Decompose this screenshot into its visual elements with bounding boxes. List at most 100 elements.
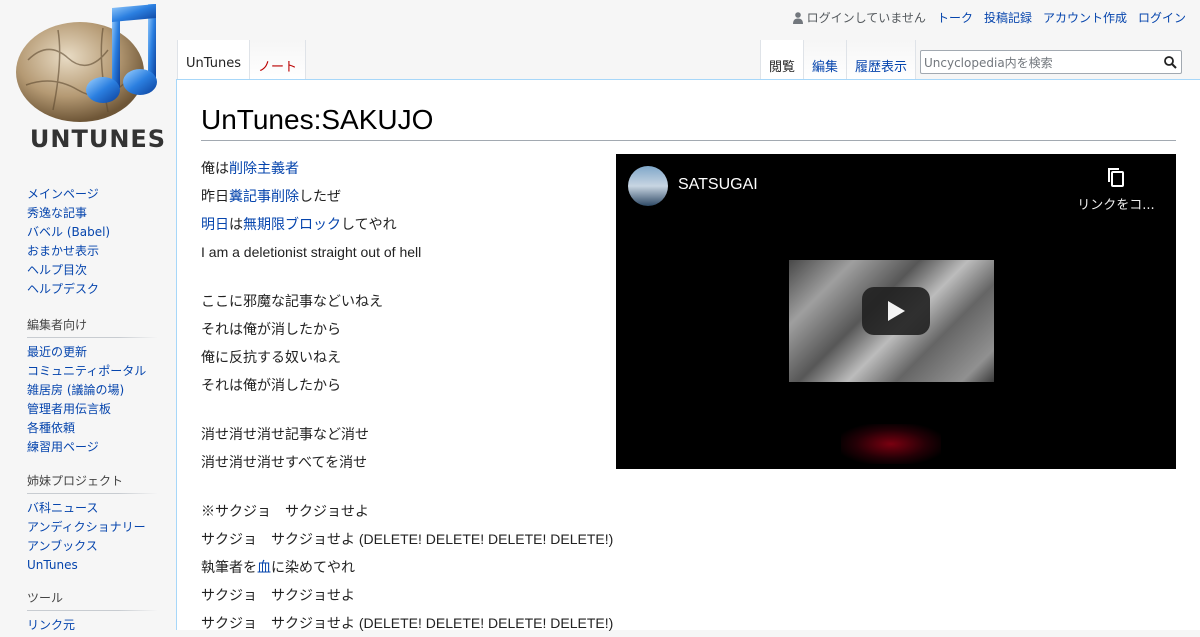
video-embed[interactable]: SATSUGAI リンクをコ...: [616, 154, 1176, 469]
play-button[interactable]: [862, 287, 930, 335]
copy-icon: [1108, 168, 1124, 187]
editors-heading: 編集者向け: [27, 316, 157, 338]
lyric-line: 俺に反抗する奴いねえ: [201, 343, 621, 371]
talk-link[interactable]: トーク: [937, 9, 973, 26]
lyric-text: それは俺が消したから: [201, 377, 341, 393]
view-tabs: 閲覧 編集 履歴表示: [760, 40, 917, 80]
sidebar-item: 雑居房 (議論の場): [27, 381, 157, 400]
lyric-line: ※サクジョ サクジョせよ: [201, 497, 621, 525]
navigation-list: メインページ 秀逸な記事バベル (Babel) おまかせ表示 ヘルプ目次ヘルプデスク: [27, 185, 157, 299]
sidebar-item: 管理者用伝言板: [27, 400, 157, 419]
lyric-text: サクジョ サクジョせよ (DELETE! DELETE! DELETE! DEL…: [201, 615, 614, 631]
lyric-line: サクジョ サクジョせよ: [201, 581, 621, 609]
lyric-text: 消せ消せ消せ記事など消せ: [201, 426, 369, 442]
search-button[interactable]: [1159, 51, 1181, 73]
sister-list: バ科ニュースアンディクショナリー アンブックス UnTunes: [27, 499, 157, 575]
sidebar-link[interactable]: 最近の更新: [27, 345, 87, 359]
tab-page[interactable]: UnTunes: [177, 40, 250, 80]
sidebar-link[interactable]: ヘルプ目次: [27, 263, 87, 277]
stanza-gap: [201, 266, 621, 287]
sidebar-link[interactable]: アンディクショナリー: [27, 520, 146, 534]
lyric-link[interactable]: 無期限ブロック: [243, 216, 341, 232]
copy-link-label: リンクをコ...: [1077, 198, 1155, 213]
sidebar-item: アンブックス: [27, 537, 157, 556]
sidebar-link[interactable]: おまかせ表示: [27, 244, 99, 258]
lyric-line: サクジョ サクジョせよ (DELETE! DELETE! DELETE! DEL…: [201, 609, 621, 637]
copy-link-button[interactable]: リンクをコ...: [1076, 166, 1156, 213]
lyric-text: サクジョ サクジョせよ: [201, 587, 355, 603]
sidebar-item: 秀逸な記事: [27, 204, 157, 223]
search-input[interactable]: Uncyclopedia内を検索: [921, 54, 1159, 71]
not-logged-in-label: ログインしていません: [806, 11, 926, 25]
create-account-link[interactable]: アカウント作成: [1043, 9, 1127, 26]
sidebar-link[interactable]: ヘルプデスク: [27, 282, 99, 296]
lyric-line: 消せ消せ消せすべてを消せ: [201, 448, 621, 476]
personal-tools: ログインしていません トーク 投稿記録 アカウント作成 ログイン: [792, 9, 1186, 26]
tab-talk[interactable]: ノート: [249, 40, 306, 80]
sidebar-tools: ツール リンク元: [27, 589, 157, 635]
tools-heading: ツール: [27, 589, 157, 611]
tab-edit[interactable]: 編集: [804, 40, 848, 80]
sidebar-item: ヘルプ目次: [27, 261, 157, 280]
play-icon: [888, 301, 905, 321]
sidebar-item: コミュニティポータル: [27, 362, 157, 381]
page-title: UnTunes:SAKUJO: [201, 102, 1176, 141]
sidebar-item: UnTunes: [27, 556, 157, 575]
search-box[interactable]: Uncyclopedia内を検索: [920, 50, 1182, 74]
sidebar-link[interactable]: 練習用ページ: [27, 440, 99, 454]
lyric-line: 明日は無期限ブロックしてやれ: [201, 210, 621, 238]
sidebar-link[interactable]: 秀逸な記事: [27, 206, 87, 220]
sister-heading: 姉妹プロジェクト: [27, 472, 157, 494]
sidebar-link[interactable]: メインページ: [27, 187, 99, 201]
contributions-link[interactable]: 投稿記録: [984, 9, 1032, 26]
lyric-text: I am a deletionist straight out of hell: [201, 244, 422, 260]
sidebar-item: バ科ニュース: [27, 499, 157, 518]
sidebar-item: メインページ: [27, 185, 157, 204]
sidebar-link[interactable]: UnTunes: [27, 558, 78, 572]
sidebar-link[interactable]: アンブックス: [27, 539, 98, 553]
sidebar-link[interactable]: バ科ニュース: [27, 501, 98, 515]
lyric-link[interactable]: 糞記事: [229, 188, 271, 204]
video-frame-red-text: [841, 424, 941, 464]
lyric-line: それは俺が消したから: [201, 371, 621, 399]
lyric-text: 俺に反抗する奴いねえ: [201, 349, 341, 365]
video-title[interactable]: SATSUGAI: [678, 176, 758, 194]
site-logo[interactable]: UNTUNES: [8, 0, 168, 160]
sidebar-link[interactable]: コミュニティポータル: [27, 364, 146, 378]
lyric-link[interactable]: 血: [257, 559, 271, 575]
lyric-text: してやれ: [341, 216, 397, 232]
stanza-gap: [201, 399, 621, 420]
lyric-link[interactable]: 削除: [271, 188, 299, 204]
lyric-text: サクジョ サクジョせよ (DELETE! DELETE! DELETE! DEL…: [201, 531, 614, 547]
lyric-line: サクジョ サクジョせよ (DELETE! DELETE! DELETE! DEL…: [201, 525, 621, 553]
login-link[interactable]: ログイン: [1138, 9, 1186, 26]
lyric-text: 昨日: [201, 188, 229, 204]
lyric-line: ここに邪魔な記事などいねえ: [201, 287, 621, 315]
lyric-text: は: [229, 216, 243, 232]
sidebar-link[interactable]: 雑居房 (議論の場): [27, 383, 124, 397]
sidebar-link[interactable]: 管理者用伝言板: [27, 402, 111, 416]
lyric-text: それは俺が消したから: [201, 321, 341, 337]
tab-read[interactable]: 閲覧: [760, 40, 805, 80]
sidebar-item: 各種依頼: [27, 419, 157, 438]
lyric-text: 消せ消せ消せすべてを消せ: [201, 454, 368, 470]
search-icon: [1163, 55, 1177, 69]
lyric-line: 消せ消せ消せ記事など消せ: [201, 420, 621, 448]
logo-text: UNTUNES: [30, 125, 166, 153]
lyric-text: したぜ: [299, 188, 341, 204]
lyric-link[interactable]: 明日: [201, 216, 229, 232]
lyric-line: 執筆者を血に染めてやれ: [201, 553, 621, 581]
channel-avatar[interactable]: [628, 166, 668, 206]
sidebar-link[interactable]: バベル (Babel): [27, 225, 110, 239]
editors-list: 最近の更新コミュニティポータル 雑居房 (議論の場) 管理者用伝言板 各種依頼練習用ペ…: [27, 343, 157, 457]
sidebar-link[interactable]: 各種依頼: [27, 421, 75, 435]
lyric-text: 執筆者を: [201, 559, 257, 575]
user-icon: [792, 11, 803, 24]
lyric-link[interactable]: 削除主義者: [229, 160, 299, 176]
stanza-gap: [201, 476, 621, 497]
tab-history[interactable]: 履歴表示: [847, 40, 917, 80]
sidebar-item: バベル (Babel): [27, 223, 157, 242]
sidebar-item: リンク元: [27, 616, 157, 635]
sidebar-navigation: メインページ 秀逸な記事バベル (Babel) おまかせ表示 ヘルプ目次ヘルプデスク: [27, 185, 157, 299]
sidebar-item: おまかせ表示: [27, 242, 157, 261]
